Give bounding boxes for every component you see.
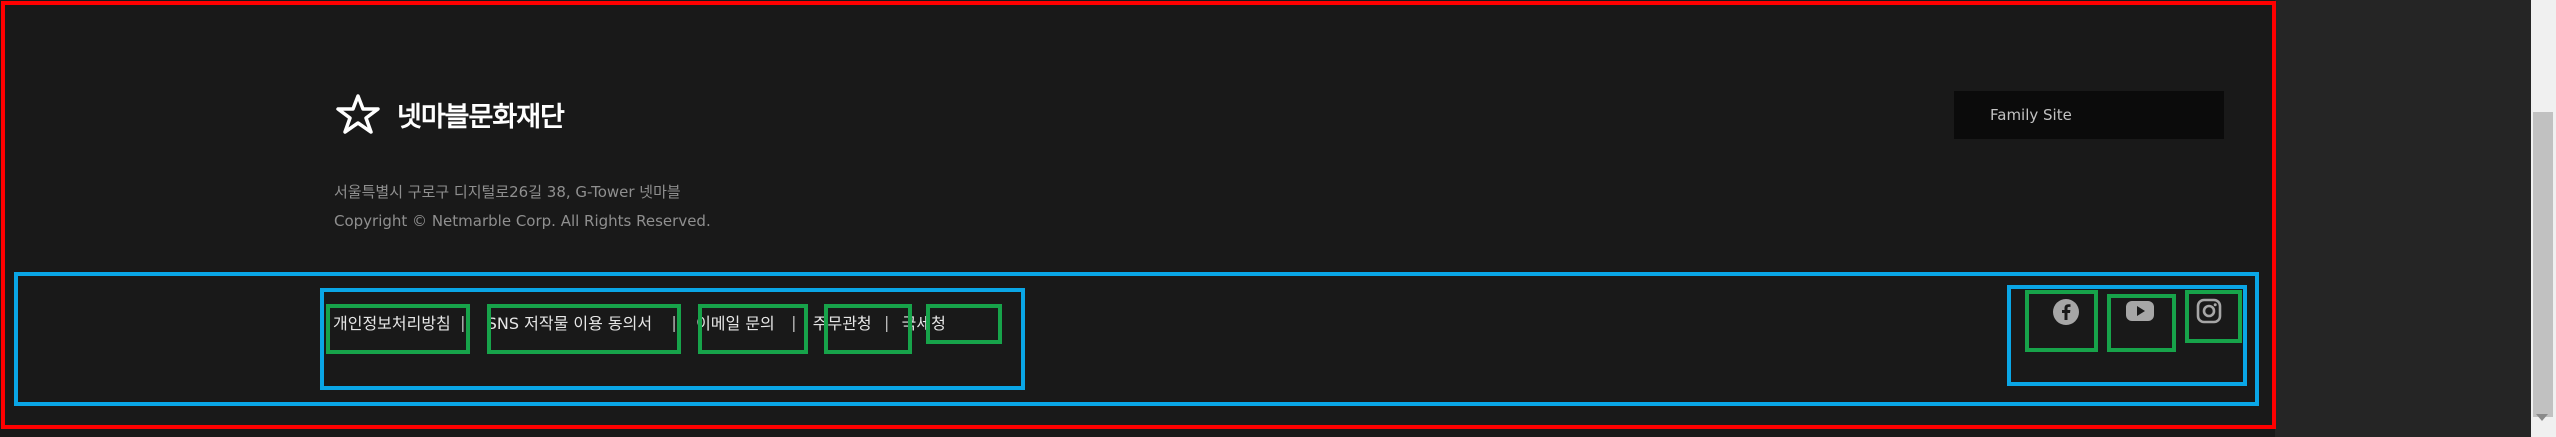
annotation-box-link xyxy=(698,304,808,354)
annotation-box-link xyxy=(926,304,1002,344)
annotation-box-social-item xyxy=(2185,290,2242,343)
annotation-box-link xyxy=(326,304,470,354)
annotation-box-link xyxy=(824,304,912,354)
scroll-down-arrow-icon[interactable] xyxy=(2536,414,2548,421)
annotation-box-social-item xyxy=(2025,290,2098,352)
annotation-box-link xyxy=(487,304,681,354)
scrollbar-thumb[interactable] xyxy=(2533,112,2553,417)
annotation-box-social-item xyxy=(2107,294,2176,352)
